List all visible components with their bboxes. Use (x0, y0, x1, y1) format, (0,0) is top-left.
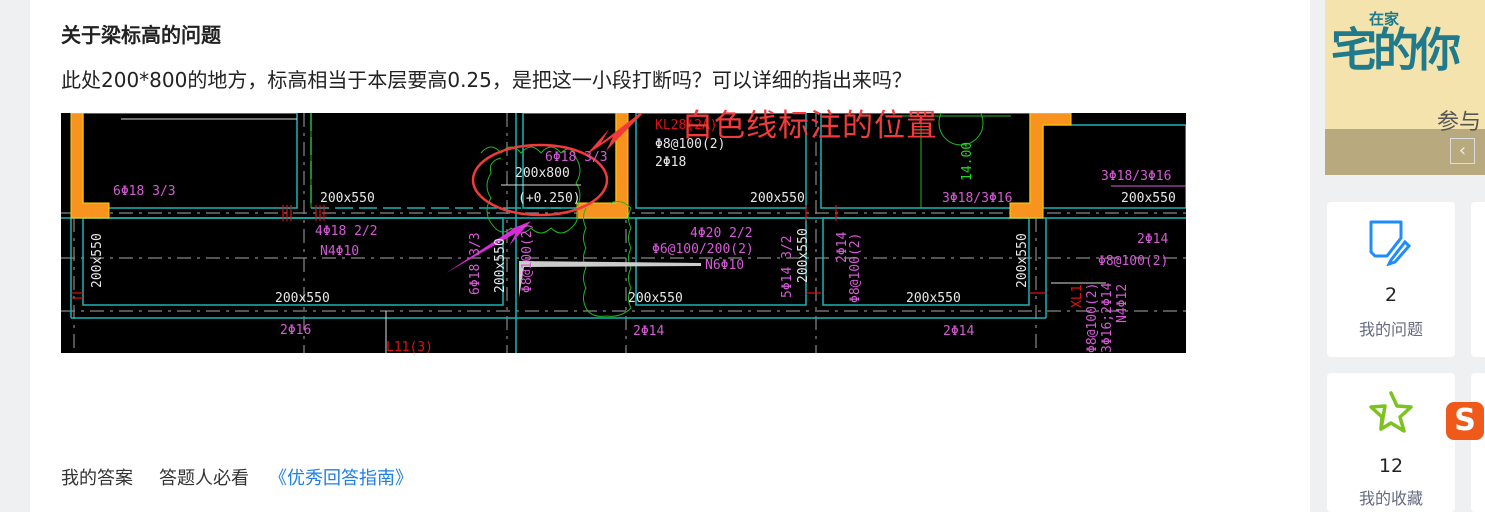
my-questions-card[interactable]: 2 我的问题 (1327, 202, 1455, 357)
question-count: 2 (1384, 284, 1398, 306)
cad-label: N6Φ10 (705, 258, 744, 273)
cad-label: 4Φ18 2/2 (315, 224, 378, 239)
star-icon (1369, 391, 1413, 433)
my-favorites-label: 我的收藏 (1358, 489, 1423, 508)
cad-label: 200x550 (750, 191, 805, 206)
sogou-ime-icon[interactable]: S (1446, 402, 1484, 440)
cad-label: 200x550 (628, 291, 683, 306)
edit-note-icon (1369, 220, 1412, 266)
cad-label: 200x550 (275, 291, 330, 306)
cad-label: 2Φ14 (1137, 232, 1168, 247)
cad-label: 2Φ18 (655, 155, 686, 170)
my-favorites-card[interactable]: 12 我的收藏 (1327, 373, 1455, 512)
cad-label: Φ8@100(2) (1098, 254, 1168, 269)
answer-guide-link[interactable]: 《优秀回答指南》 (269, 464, 413, 490)
favorite-count: 12 (1378, 455, 1404, 477)
cad-label: 2Φ14 (633, 324, 664, 339)
cad-label: 3Φ16;2Φ14 (1100, 282, 1115, 353)
cad-label: 5Φ14 3/2 (780, 235, 795, 298)
cad-label: 200x550 (796, 228, 811, 283)
chevron-left-icon[interactable]: ‹ (1450, 138, 1475, 164)
cad-label: 6Φ18 3/3 (545, 150, 608, 165)
cad-label: 6Φ18 3/3 (113, 184, 176, 199)
my-answer-label: 我的答案 (61, 468, 133, 489)
cad-label: 3Φ18/3Φ16 (1101, 169, 1171, 184)
cad-label: 2Φ14 (943, 324, 974, 339)
cad-label: N4Φ12 (1115, 284, 1130, 323)
banner-subtitle: 参与 (1437, 110, 1482, 135)
cad-label: (+0.250) (518, 191, 581, 206)
cad-label: 4Φ20 2/2 (690, 226, 753, 241)
rebar-ticks (71, 205, 1046, 299)
cad-label: L11(3) (386, 340, 433, 353)
cad-label: 200x550 (906, 291, 961, 306)
annotation-text: 白色线标注的位置 (682, 108, 938, 144)
cad-label: 200x550 (493, 238, 508, 293)
magenta-arrow (446, 221, 531, 273)
cad-label: Φ6@100/200(2) (652, 242, 754, 257)
cad-label: Φ8@100(2) (1085, 283, 1100, 353)
cad-label: 6Φ18 3/3 (468, 232, 483, 295)
cad-label: N4Φ10 (320, 244, 359, 259)
cad-label: 200x550 (1121, 191, 1176, 206)
cad-label: 200x550 (1015, 233, 1030, 288)
banner-logo-small: 在家 (1369, 10, 1400, 28)
cad-label: 14.00 (960, 142, 975, 181)
question-panel: 关于梁标高的问题 此处200*800的地方，标高相当于本层要高0.25，是把这一… (30, 0, 1310, 512)
cad-label: 200x800 (515, 166, 570, 181)
cad-label: Φ8@100(2) (848, 233, 863, 303)
answer-footer: 我的答案 答题人必看 《优秀回答指南》 (61, 464, 413, 490)
cad-label: 3Φ18/3Φ16 (942, 191, 1012, 206)
sidebar-card[interactable] (1471, 202, 1485, 357)
must-read-label: 答题人必看 (159, 468, 249, 489)
cad-label: Φ8@100(2) (520, 223, 535, 293)
cad-drawing-image: 6Φ18 3/3 4Φ18 2/2 N4Φ10 2Φ16 6Φ18 3/3 4Φ… (61, 113, 1186, 353)
cad-label: 200x550 (320, 191, 375, 206)
question-title: 关于梁标高的问题 (61, 23, 221, 47)
question-body: 此处200*800的地方，标高相当于本层要高0.25，是把这一小段打断吗？可以详… (61, 68, 912, 92)
sidebar-card[interactable] (1471, 373, 1485, 512)
cad-label: 200x550 (90, 233, 105, 288)
cad-label: XL1 (1070, 285, 1085, 308)
promo-banner[interactable]: 宅的你 在家 参与 ‹ (1325, 0, 1485, 175)
cad-label: 2Φ16 (280, 323, 311, 338)
my-questions-label: 我的问题 (1358, 320, 1423, 339)
